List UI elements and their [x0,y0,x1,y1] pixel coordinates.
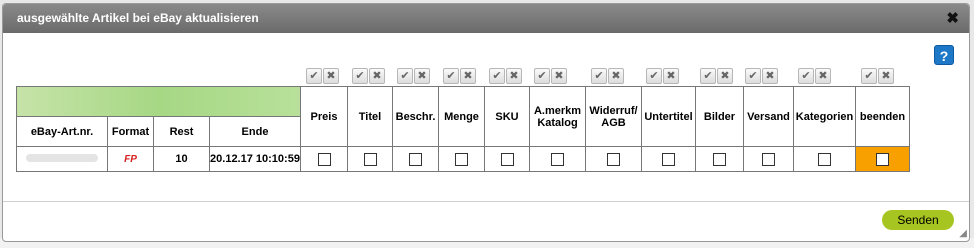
uncheck-all-icon[interactable]: ✖ [815,68,831,84]
toggle-pair-kategorien: ✔ ✖ [798,68,832,84]
resize-handle-icon[interactable]: ◢ [959,228,967,239]
col-widerruf-agb: Widerruf/AGB [585,86,642,147]
col-katalog-label: Katalog [537,116,578,129]
col-titel: Titel [347,86,393,147]
cell-untertitel [641,146,696,172]
col-ende: Ende [209,116,301,147]
cell-ende: 20.12.17 10:10:59 [209,146,301,172]
check-all-icon[interactable]: ✔ [861,68,877,84]
uncheck-all-icon[interactable]: ✖ [323,68,339,84]
uncheck-all-icon[interactable]: ✖ [414,68,430,84]
toggle-pair-sku: ✔ ✖ [489,68,523,84]
col-sku: SKU [484,86,530,147]
send-button[interactable]: Senden [882,210,954,230]
col-preis: Preis [300,86,348,147]
cell-bilder [695,146,744,172]
cell-versand [743,146,794,172]
checkbox-beenden[interactable] [876,152,889,166]
check-all-icon[interactable]: ✔ [646,68,662,84]
check-all-icon[interactable]: ✔ [700,68,716,84]
toggle-pair-widerruf: ✔ ✖ [591,68,625,84]
check-all-icon[interactable]: ✔ [534,68,550,84]
help-icon[interactable]: ? [934,45,954,65]
toggle-pair-amerkm: ✔ ✖ [534,68,568,84]
uncheck-all-icon[interactable]: ✖ [460,68,476,84]
toggle-pair-preis: ✔ ✖ [306,68,340,84]
check-all-icon[interactable]: ✔ [745,68,761,84]
uncheck-all-icon[interactable]: ✖ [663,68,679,84]
toggle-pair-versand: ✔ ✖ [745,68,779,84]
uncheck-all-icon[interactable]: ✖ [551,68,567,84]
cell-preis [300,146,348,172]
cell-format: FP [107,146,154,172]
check-all-icon[interactable]: ✔ [798,68,814,84]
uncheck-all-icon[interactable]: ✖ [608,68,624,84]
checkbox-titel[interactable] [363,152,377,166]
cell-beschr [392,146,439,172]
col-bilder: Bilder [695,86,744,147]
checkbox-versand[interactable] [762,152,775,166]
blurred-article-number [26,154,98,162]
cell-beenden [855,146,910,172]
col-menge: Menge [438,86,485,147]
uncheck-all-icon[interactable]: ✖ [369,68,385,84]
update-dialog: ausgewählte Artikel bei eBay aktualisier… [2,3,970,242]
col-amerkm-label: A.merkm [533,104,582,117]
col-versand: Versand [743,86,794,147]
checkbox-bilder[interactable] [713,152,726,166]
uncheck-all-icon[interactable]: ✖ [878,68,894,84]
cell-ebay-art-nr [16,146,108,172]
cell-rest: 10 [153,146,210,172]
col-ebay-art-nr: eBay-Art.nr. [16,116,108,147]
toggle-pair-titel: ✔ ✖ [352,68,386,84]
check-all-icon[interactable]: ✔ [443,68,459,84]
col-agb-label: AGB [601,116,626,129]
cell-menge [438,146,485,172]
checkbox-kategorien[interactable] [818,152,831,166]
toggle-pair-beenden: ✔ ✖ [861,68,895,84]
dialog-title: ausgewählte Artikel bei eBay aktualisier… [17,11,259,25]
blurred-info-banner [16,86,301,117]
bulk-toggle-row: ✔ ✖ ✔ ✖ ✔ ✖ ✔ ✖ ✔ ✖ ✔ ✖ ✔ ✖ ✔ ✖ ✔ ✖ ✔ ✖ ✔ ✖ ✔ ✖ [3,68,969,86]
checkbox-preis[interactable] [317,152,331,166]
toggle-pair-untertitel: ✔ ✖ [646,68,680,84]
check-all-icon[interactable]: ✔ [306,68,322,84]
checkbox-beschr[interactable] [409,152,422,166]
uncheck-all-icon[interactable]: ✖ [506,68,522,84]
col-format: Format [107,116,154,147]
checkbox-sku[interactable] [500,152,514,166]
cell-sku [484,146,530,172]
header-row-top: Preis Titel Beschr. Menge SKU A.merkm Kat… [16,86,910,147]
uncheck-all-icon[interactable]: ✖ [762,68,778,84]
cell-titel [347,146,393,172]
check-all-icon[interactable]: ✔ [489,68,505,84]
checkbox-menge[interactable] [455,152,468,166]
cell-amerkm [529,146,586,172]
check-all-icon[interactable]: ✔ [397,68,413,84]
close-icon[interactable]: ✖ [946,4,959,33]
toggle-pair-menge: ✔ ✖ [443,68,477,84]
footer-divider [3,201,969,202]
toggle-pair-bilder: ✔ ✖ [700,68,734,84]
article-table: Preis Titel Beschr. Menge SKU A.merkm Kat… [16,86,910,172]
table-row: FP 10 20.12.17 10:10:59 [16,146,910,172]
dialog-titlebar: ausgewählte Artikel bei eBay aktualisier… [3,4,969,33]
cell-kategorien [793,146,856,172]
checkbox-untertitel[interactable] [662,152,675,166]
format-fp-icon: FP [124,154,137,165]
col-beschr: Beschr. [392,86,439,147]
uncheck-all-icon[interactable]: ✖ [717,68,733,84]
col-rest: Rest [153,116,210,147]
check-all-icon[interactable]: ✔ [352,68,368,84]
col-beenden: beenden [855,86,910,147]
cell-widerruf [585,146,642,172]
col-widerruf-label: Widerruf/ [589,104,638,117]
check-all-icon[interactable]: ✔ [591,68,607,84]
checkbox-amerkm[interactable] [551,152,564,166]
col-untertitel: Untertitel [641,86,696,147]
toggle-pair-beschr: ✔ ✖ [397,68,431,84]
col-kategorien: Kategorien [793,86,856,147]
col-amerkm-katalog: A.merkm Katalog [529,86,586,147]
checkbox-widerruf[interactable] [607,152,620,166]
